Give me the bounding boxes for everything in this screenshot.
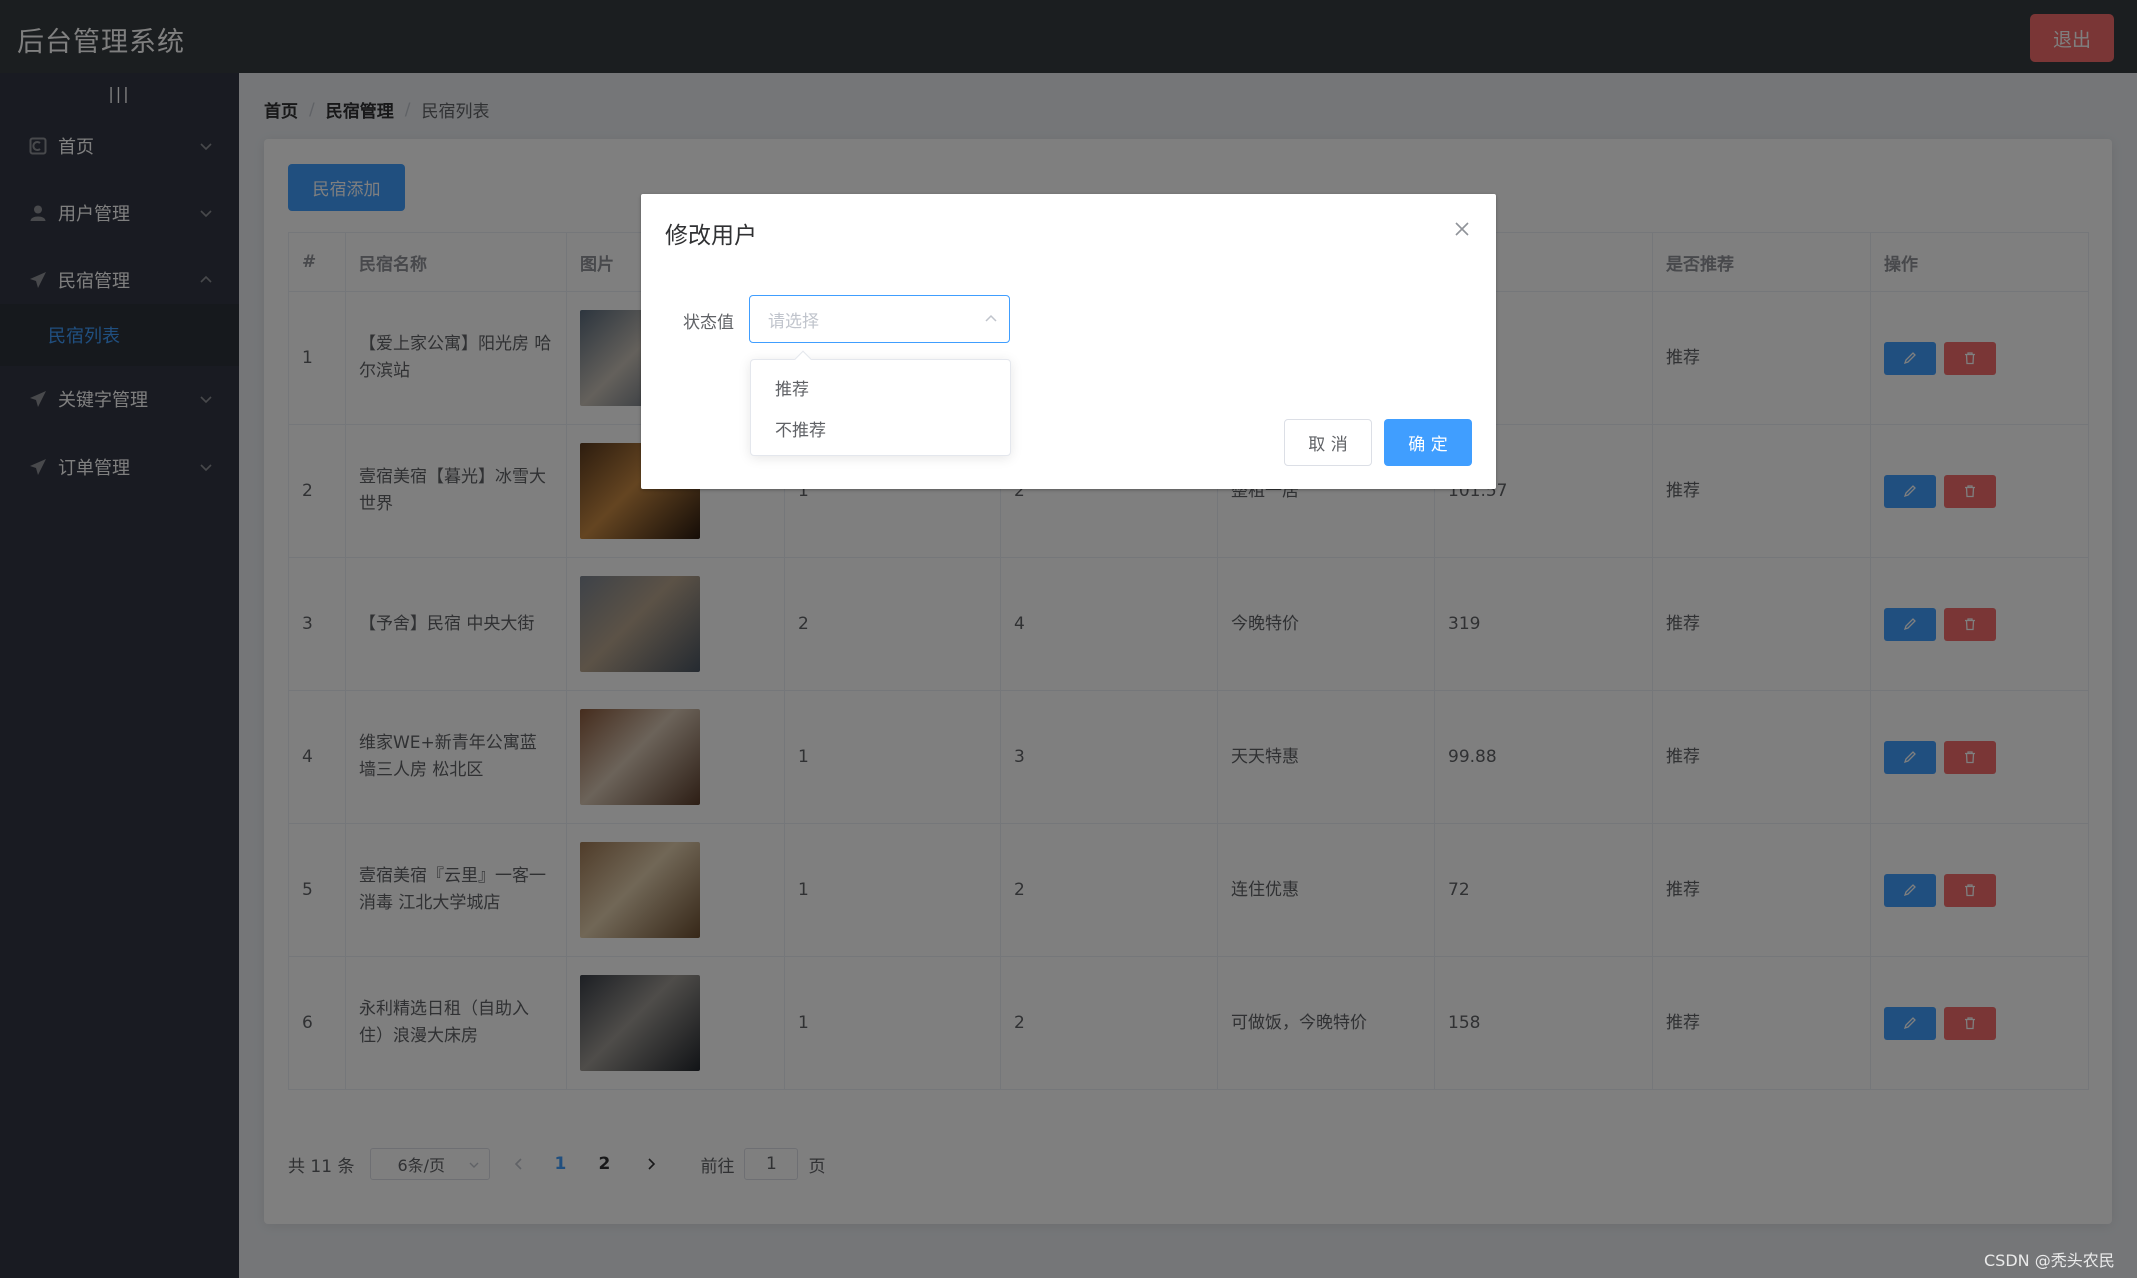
status-select[interactable]: 请选择	[749, 295, 1010, 343]
confirm-button[interactable]: 确 定	[1384, 419, 1472, 466]
status-dropdown: 推荐 不推荐	[750, 350, 1011, 456]
cancel-button[interactable]: 取 消	[1284, 419, 1372, 466]
chevron-up-icon	[983, 311, 999, 327]
watermark: CSDN @秃头农民	[1984, 1251, 2115, 1270]
dialog-title: 修改用户	[665, 223, 757, 249]
status-field-label: 状态值	[683, 313, 734, 333]
status-select-placeholder: 请选择	[768, 311, 819, 332]
dropdown-option-not-recommend[interactable]: 不推荐	[751, 408, 1010, 448]
close-icon[interactable]	[1453, 220, 1471, 238]
modal-overlay[interactable]	[0, 0, 2137, 1278]
dropdown-option-recommend[interactable]: 推荐	[751, 367, 1010, 407]
